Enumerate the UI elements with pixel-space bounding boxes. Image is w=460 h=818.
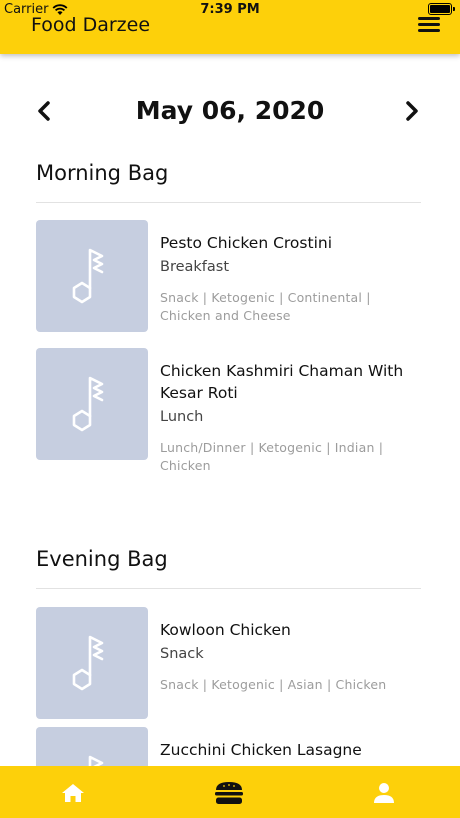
battery-icon bbox=[428, 3, 455, 15]
meal-image-placeholder bbox=[36, 220, 148, 332]
selected-date: May 06, 2020 bbox=[135, 96, 325, 125]
meal-type: Breakfast bbox=[160, 259, 230, 275]
tab-profile[interactable] bbox=[372, 780, 396, 806]
meal-tags: Lunch/Dinner | Ketogenic | Indian | Chic… bbox=[160, 440, 384, 473]
section-title-morning: Morning Bag bbox=[36, 161, 169, 185]
app-title: Food Darzee bbox=[31, 14, 151, 36]
hamburger-menu-button[interactable] bbox=[418, 17, 440, 35]
tab-home[interactable] bbox=[60, 780, 86, 806]
app-header: Carrier 7:39 PM Food Darzee bbox=[0, 0, 460, 54]
home-icon bbox=[62, 784, 84, 802]
meal-card[interactable]: Kowloon Chicken Snack Snack | Ketogenic … bbox=[36, 607, 421, 719]
next-date-button[interactable] bbox=[396, 96, 426, 126]
meal-name: Pesto Chicken Crostini bbox=[160, 234, 333, 252]
meal-name: Chicken Kashmiri Chaman With Kesar Roti bbox=[160, 362, 404, 402]
meal-card[interactable]: Pesto Chicken Crostini Breakfast Snack |… bbox=[36, 220, 421, 332]
bottom-tab-bar bbox=[0, 766, 460, 818]
chevron-right-icon bbox=[406, 101, 418, 121]
meal-image-placeholder bbox=[36, 607, 148, 719]
tab-meals[interactable] bbox=[214, 780, 244, 806]
placeholder-image-icon bbox=[72, 635, 104, 691]
meal-name: Kowloon Chicken bbox=[160, 621, 291, 639]
meal-name: Zucchini Chicken Lasagne bbox=[160, 741, 362, 759]
date-navigation: May 06, 2020 bbox=[0, 92, 460, 132]
user-icon bbox=[374, 783, 394, 803]
meal-image-placeholder bbox=[36, 348, 148, 460]
meal-card[interactable]: Chicken Kashmiri Chaman With Kesar Roti … bbox=[36, 348, 421, 473]
section-title-evening: Evening Bag bbox=[36, 547, 168, 571]
section-divider bbox=[36, 202, 421, 203]
meal-type: Lunch bbox=[160, 409, 204, 425]
burger-icon bbox=[215, 782, 243, 804]
placeholder-image-icon bbox=[72, 376, 104, 432]
meal-tags: Snack | Ketogenic | Continental | Chicke… bbox=[160, 290, 371, 323]
meal-tags: Snack | Ketogenic | Asian | Chicken bbox=[160, 677, 387, 692]
placeholder-image-icon bbox=[72, 248, 104, 304]
section-divider bbox=[36, 588, 421, 589]
meal-type: Snack bbox=[160, 646, 204, 662]
